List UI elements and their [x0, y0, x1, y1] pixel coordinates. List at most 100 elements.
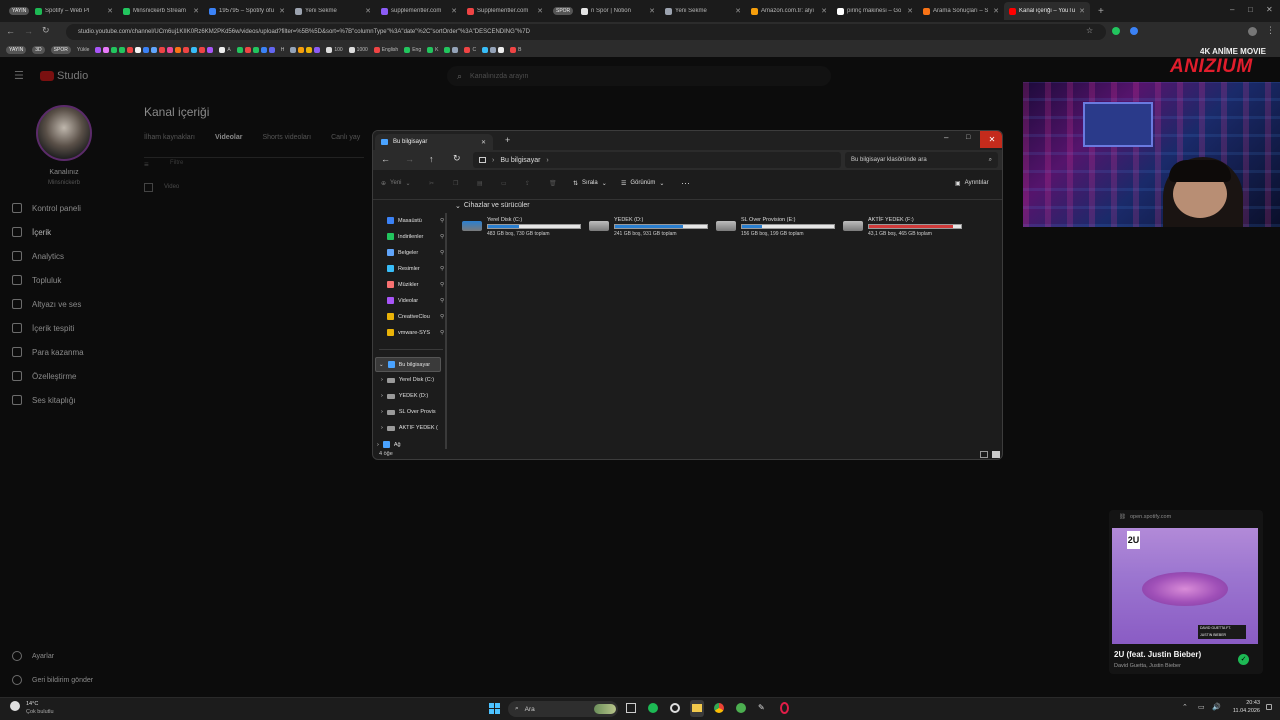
channel-avatar[interactable] [36, 105, 92, 161]
browser-tab[interactable]: Kanal içeriği – YouTu ✕ [1004, 2, 1090, 20]
maximize-icon[interactable]: □ [1248, 5, 1253, 14]
browser-tab[interactable]: n Spor | Notion ✕ [576, 2, 660, 20]
quick-access-item[interactable]: İndirilenler ⚲ [387, 233, 444, 240]
bookmark-icon[interactable] [290, 46, 297, 53]
bookmark-b[interactable]: B [510, 46, 521, 53]
profile-avatar[interactable] [1248, 27, 1257, 36]
bookmark-icon[interactable] [183, 46, 190, 53]
studio-nav-item[interactable]: Topluluk [12, 275, 61, 285]
drive-tile[interactable]: YEDEK (D:) 241 GB boş, 931 GB toplam [589, 217, 711, 239]
bookmark-icon[interactable] [119, 46, 126, 53]
new-button[interactable]: ⊕ Yeni ⌄ [381, 180, 411, 187]
bookmark-icon[interactable] [298, 46, 305, 53]
bookmark-a[interactable]: A [219, 46, 231, 53]
browser-tab[interactable]: supplementler.com ✕ [376, 2, 462, 20]
close-tab-icon[interactable]: ✕ [193, 7, 199, 15]
file-explorer-icon[interactable] [692, 704, 702, 712]
studio-nav-bottom-item[interactable]: Ayarlar [12, 651, 54, 661]
hamburger-menu-icon[interactable]: ☰ [14, 69, 24, 82]
bookmark-icon[interactable] [252, 46, 259, 53]
bookmark-icon[interactable] [159, 46, 166, 53]
xbox-icon[interactable] [648, 703, 658, 713]
drive-tile[interactable]: SL Over Provision (E:) 156 GB boş, 199 GB… [716, 217, 838, 239]
studio-logo[interactable]: Studio [40, 70, 88, 82]
extension-icon[interactable] [1130, 27, 1138, 35]
quick-access-item[interactable]: Masaüstü ⚲ [387, 217, 444, 224]
extension-icon[interactable] [1112, 27, 1120, 35]
bookmark-icon[interactable] [143, 46, 150, 53]
back-icon[interactable]: ← [6, 26, 15, 36]
app-icon[interactable]: ✎ [758, 703, 768, 713]
browser-tab[interactable]: YAYIN [4, 2, 30, 20]
close-tab-icon[interactable]: ✕ [365, 7, 371, 15]
pin-icon[interactable]: ⚲ [440, 218, 444, 224]
up-icon[interactable]: ↑ [429, 154, 434, 164]
close-tab-icon[interactable]: ✕ [279, 7, 285, 15]
explorer-tab[interactable]: Bu bilgisayar ✕ [375, 134, 493, 150]
weather-icon[interactable] [10, 701, 20, 711]
view-button[interactable]: ☰ Görünüm ⌄ [621, 180, 664, 187]
weather-temp[interactable]: 14°C [26, 701, 38, 707]
bookmark-star-icon[interactable]: ☆ [1086, 26, 1093, 35]
bookmark-icon[interactable] [199, 46, 206, 53]
bookmark-icon[interactable] [260, 46, 267, 53]
studio-nav-item[interactable]: Kontrol paneli [12, 203, 81, 213]
browser-tab[interactable]: Amazon.com.tr: alyı ✕ [746, 2, 832, 20]
quick-access-item[interactable]: Belgeler ⚲ [387, 249, 444, 256]
bookmark-eng[interactable]: Eng [404, 46, 421, 53]
quick-access-item[interactable]: Resimler ⚲ [387, 265, 444, 272]
explorer-search-input[interactable]: Bu bilgisayar klasöründe ara ⌕ [845, 152, 998, 168]
close-tab-icon[interactable]: ✕ [107, 7, 113, 15]
source-url[interactable]: ⛓ open.spotify.com [1119, 514, 1171, 520]
content-tab[interactable]: Shorts videoları [262, 134, 311, 141]
bookmark-1000[interactable]: 1000 [348, 46, 368, 53]
address-breadcrumb[interactable]: › Bu bilgisayar › [473, 152, 841, 168]
studio-nav-item[interactable]: Özelleştirme [12, 371, 76, 381]
chevron-up-icon[interactable]: ⌃ [1182, 703, 1188, 711]
section-header[interactable]: ⌄ Cihazlar ve sürücüler [455, 202, 530, 210]
breadcrumb-item[interactable]: Bu bilgisayar [500, 157, 540, 164]
forward-icon[interactable]: → [24, 26, 33, 36]
bookmark-icon[interactable] [244, 46, 251, 53]
pin-icon[interactable]: ⚲ [440, 234, 444, 240]
studio-nav-bottom-item[interactable]: Geri bildirim gönder [12, 675, 93, 685]
bookmark-icon[interactable] [151, 46, 158, 53]
studio-nav-item[interactable]: Ses kitaplığı [12, 395, 76, 405]
address-bar[interactable]: studio.youtube.com/channel/UCm6uj1KIIK0R… [66, 24, 1106, 40]
content-tab[interactable]: Canlı yay [331, 134, 360, 141]
liked-check-icon[interactable]: ✓ [1238, 654, 1249, 665]
tree-this-pc[interactable]: ⌄ Bu bilgisayar [375, 357, 441, 372]
channel-search-input[interactable]: ⌕ Kanalınızda arayın [447, 66, 831, 86]
tree-drive-item[interactable]: › SL Over Provis [381, 409, 439, 415]
bookmark-k[interactable]: K [427, 46, 438, 53]
filter-icon[interactable]: ≡ [144, 160, 149, 169]
task-view-icon[interactable] [626, 703, 636, 713]
cut-icon[interactable]: ✂ [429, 180, 434, 187]
bookmark-3d[interactable]: 3D [32, 45, 45, 54]
weather-desc[interactable]: Çok bulutlu [26, 709, 54, 715]
song-title[interactable]: 2U (feat. Justin Bieber) [1114, 650, 1201, 659]
bookmark-icon[interactable] [111, 46, 118, 53]
bookmark-spor[interactable]: SPOR [50, 45, 71, 54]
bookmark-english[interactable]: English [373, 46, 398, 53]
browser-tab[interactable]: Arama Sonuçları – S ✕ [918, 2, 1004, 20]
pin-icon[interactable]: ⚲ [440, 330, 444, 336]
browser-tab[interactable]: Supplementler.com ✕ [462, 2, 548, 20]
back-icon[interactable]: ← [381, 154, 390, 164]
bookmark-icon[interactable] [167, 46, 174, 53]
close-tab-icon[interactable]: ✕ [993, 7, 999, 15]
bookmark-icon[interactable] [103, 46, 110, 53]
tree-network[interactable]: › Ağ [377, 441, 401, 448]
drive-tile[interactable]: AKTİF YEDEK (F:) 43,1 GB boş, 465 GB topl… [843, 217, 965, 239]
bookmark-icon[interactable] [444, 46, 451, 53]
bookmark-icon[interactable] [314, 46, 321, 53]
details-view-icon[interactable] [980, 451, 988, 458]
close-tab-icon[interactable]: ✕ [537, 7, 543, 15]
studio-nav-item[interactable]: İçerik tespiti [12, 323, 74, 333]
tab-group-label[interactable]: YAYIN [9, 7, 30, 15]
bookmark-icon[interactable] [135, 46, 142, 53]
tree-drive-item[interactable]: › YEDEK (D:) [381, 393, 439, 399]
bookmark-yukle[interactable]: Yükle [77, 47, 90, 53]
bookmark-icon[interactable] [482, 46, 489, 53]
browser-tab[interactable]: 195795 – Spotify ofu ✕ [204, 2, 290, 20]
